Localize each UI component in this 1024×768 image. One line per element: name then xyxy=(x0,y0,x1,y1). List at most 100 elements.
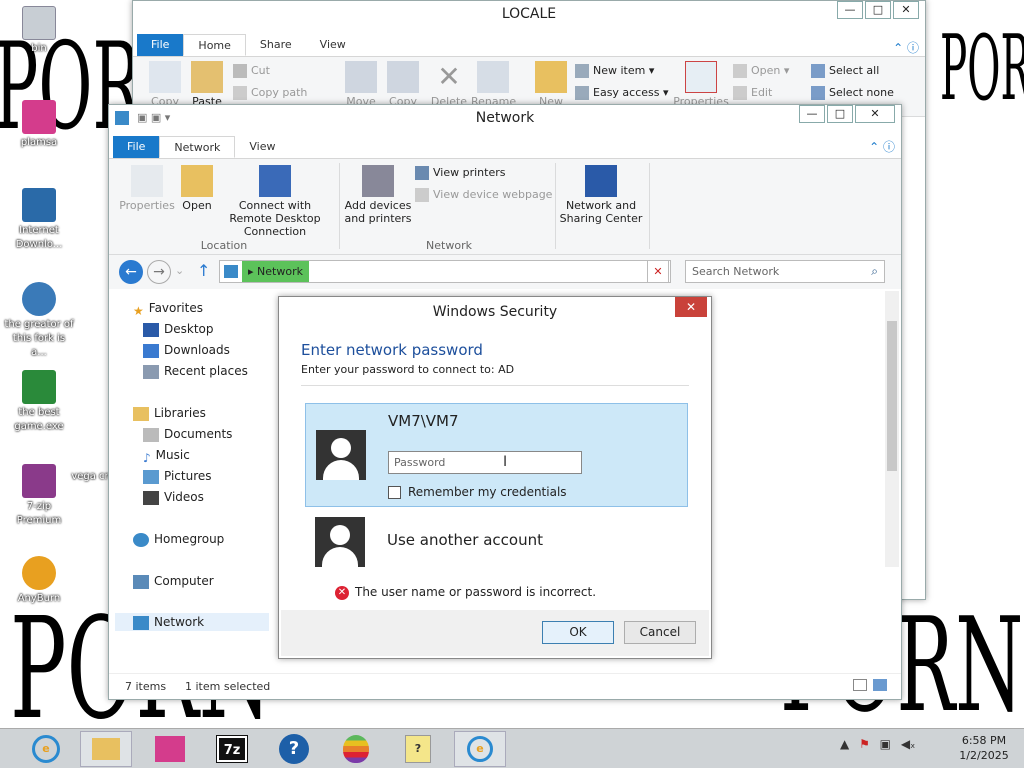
recent-locations-icon[interactable]: ⌄ xyxy=(175,264,184,277)
desktop-icon-7zip-premium[interactable]: 7-zip Premium xyxy=(4,464,74,528)
vertical-scrollbar[interactable] xyxy=(885,291,899,567)
tab-home[interactable]: Home xyxy=(183,34,246,56)
scrollbar-thumb[interactable] xyxy=(887,321,897,471)
cut-button[interactable]: Cut xyxy=(233,61,270,81)
copy-button[interactable]: Copy xyxy=(145,61,185,108)
add-devices-button[interactable]: Add devices and printers xyxy=(343,165,413,225)
remote-desktop-button[interactable]: Connect with Remote Desktop Connection xyxy=(217,165,333,238)
dialog-close-button[interactable]: ✕ xyxy=(675,297,707,317)
nav-libraries[interactable]: Libraries xyxy=(133,404,206,422)
desktop-icon-internet-download[interactable]: Internet Downlo... xyxy=(4,188,74,252)
nav-network[interactable]: Network xyxy=(115,613,269,631)
tab-file[interactable]: File xyxy=(137,34,184,56)
cancel-button[interactable]: Cancel xyxy=(624,621,696,644)
delete-button[interactable]: ✕ Delete xyxy=(429,61,469,109)
large-icons-view-icon[interactable] xyxy=(873,679,887,691)
tab-share[interactable]: Share xyxy=(246,34,306,56)
nav-documents[interactable]: Documents xyxy=(143,425,232,443)
tab-network[interactable]: Network xyxy=(159,136,236,158)
up-arrow-icon[interactable]: ↑ xyxy=(197,261,210,280)
search-input[interactable]: Search Network xyxy=(692,265,779,278)
close-button[interactable]: ✕ xyxy=(893,1,919,19)
account-tile-selected[interactable]: VM7\VM7 Password I Remember my credentia… xyxy=(305,403,688,507)
stop-button[interactable]: ✕ xyxy=(647,260,669,283)
details-view-icon[interactable] xyxy=(853,679,867,691)
remember-credentials-checkbox[interactable] xyxy=(388,486,401,499)
videos-icon xyxy=(143,490,159,505)
help-icon[interactable]: ⌃ ⓘ xyxy=(869,136,895,158)
paste-button[interactable]: Paste xyxy=(187,61,227,108)
taskbar-app-plasma[interactable] xyxy=(144,731,196,767)
nav-computer[interactable]: Computer xyxy=(133,572,214,590)
view-device-webpage-button[interactable]: View device webpage xyxy=(415,185,552,205)
taskbar-app-explorer[interactable] xyxy=(80,731,132,767)
desktop-icon-recycle-bin[interactable]: bin xyxy=(4,6,74,56)
nav-desktop[interactable]: Desktop xyxy=(143,320,214,338)
new-item-button[interactable]: New item ▾ xyxy=(575,61,654,81)
minimize-button[interactable]: — xyxy=(837,1,863,19)
maximize-button[interactable]: □ xyxy=(865,1,891,19)
new-folder-button[interactable]: New xyxy=(531,61,571,108)
clock[interactable]: 6:58 PM 1/2/2025 xyxy=(948,733,1020,763)
taskbar-app-help-doc[interactable]: ? xyxy=(392,731,444,767)
tray-expand-icon[interactable]: ▲ xyxy=(840,737,849,751)
network-sharing-center-button[interactable]: Network and Sharing Center xyxy=(559,165,643,225)
password-field[interactable]: Password I xyxy=(388,451,582,474)
taskbar-app-help[interactable]: ? xyxy=(268,731,320,767)
desktop-icon-best-game[interactable]: the best game.exe xyxy=(4,370,74,434)
move-to-button[interactable]: Move xyxy=(341,61,381,108)
folder-icon xyxy=(535,61,567,93)
open-button[interactable]: Open xyxy=(177,165,217,212)
taskbar-app-ie[interactable]: e xyxy=(28,733,64,765)
tab-view[interactable]: View xyxy=(306,34,360,56)
maximize-button[interactable]: □ xyxy=(827,105,853,123)
view-printers-button[interactable]: View printers xyxy=(415,163,505,183)
dialog-titlebar[interactable]: Windows Security ✕ xyxy=(279,297,711,329)
search-icon[interactable]: ⌕ xyxy=(871,264,878,279)
minimize-button[interactable]: — xyxy=(799,105,825,123)
open-button[interactable]: Open ▾ xyxy=(733,61,789,81)
taskbar-app-7zip[interactable]: 7z xyxy=(206,731,258,767)
taskbar-app-ie-2[interactable]: e xyxy=(454,731,506,767)
other-account-tile[interactable]: Use another account xyxy=(305,511,688,571)
windows-security-dialog[interactable]: Windows Security ✕ Enter network passwor… xyxy=(278,296,712,659)
edit-button[interactable]: Edit xyxy=(733,83,772,103)
network-tray-icon[interactable]: ▣ xyxy=(880,737,891,751)
network-titlebar[interactable]: ▣ ▣ ▾ Network — □ ✕ xyxy=(109,105,901,135)
nav-downloads[interactable]: Downloads xyxy=(143,341,230,359)
locale-titlebar[interactable]: LOCALE — □ ✕ xyxy=(133,1,925,31)
forward-button[interactable]: → xyxy=(147,260,171,284)
back-button[interactable]: ← xyxy=(119,260,143,284)
desktop-icon-plamsa[interactable]: plamsa xyxy=(4,100,74,150)
desktop-icon-greator[interactable]: the greator of this fork is a... xyxy=(4,282,74,360)
close-button[interactable]: ✕ xyxy=(855,105,895,123)
clock-date: 1/2/2025 xyxy=(959,749,1009,762)
tab-view[interactable]: View xyxy=(235,136,289,158)
copy-to-button[interactable]: Copy xyxy=(383,61,423,108)
select-all-button[interactable]: Select all xyxy=(811,61,879,81)
tab-file[interactable]: File xyxy=(113,136,160,158)
properties-button[interactable]: Properties xyxy=(117,165,177,212)
address-bar[interactable]: ▸ Network ⌄ xyxy=(219,260,671,283)
desktop-icon-vegas[interactable]: vega cr xyxy=(70,470,110,484)
nav-pictures[interactable]: Pictures xyxy=(143,467,212,485)
nav-homegroup[interactable]: Homegroup xyxy=(133,530,224,548)
nav-music[interactable]: ♪ Music xyxy=(143,446,190,465)
properties-button[interactable]: Properties xyxy=(673,61,729,108)
copy-path-button[interactable]: Copy path xyxy=(233,83,307,103)
ok-button[interactable]: OK xyxy=(542,621,614,644)
quick-access-toolbar[interactable]: ▣ ▣ ▾ xyxy=(137,105,170,131)
help-icon: ? xyxy=(279,734,309,764)
nav-favorites[interactable]: ★ Favorites xyxy=(133,299,203,318)
desktop-icon-anyburn[interactable]: AnyBurn xyxy=(4,556,74,606)
action-center-icon[interactable]: ⚑ xyxy=(859,737,870,751)
search-box[interactable]: Search Network ⌕ xyxy=(685,260,885,283)
rename-button[interactable]: Rename xyxy=(471,61,516,108)
volume-icon[interactable]: ◀ₓ xyxy=(901,737,916,751)
select-none-button[interactable]: Select none xyxy=(811,83,894,103)
easy-access-button[interactable]: Easy access ▾ xyxy=(575,83,669,103)
taskbar-app-apple[interactable] xyxy=(330,731,382,767)
nav-recent-places[interactable]: Recent places xyxy=(143,362,248,380)
nav-videos[interactable]: Videos xyxy=(143,488,204,506)
help-icon[interactable]: ⌃ ⓘ xyxy=(893,39,919,56)
